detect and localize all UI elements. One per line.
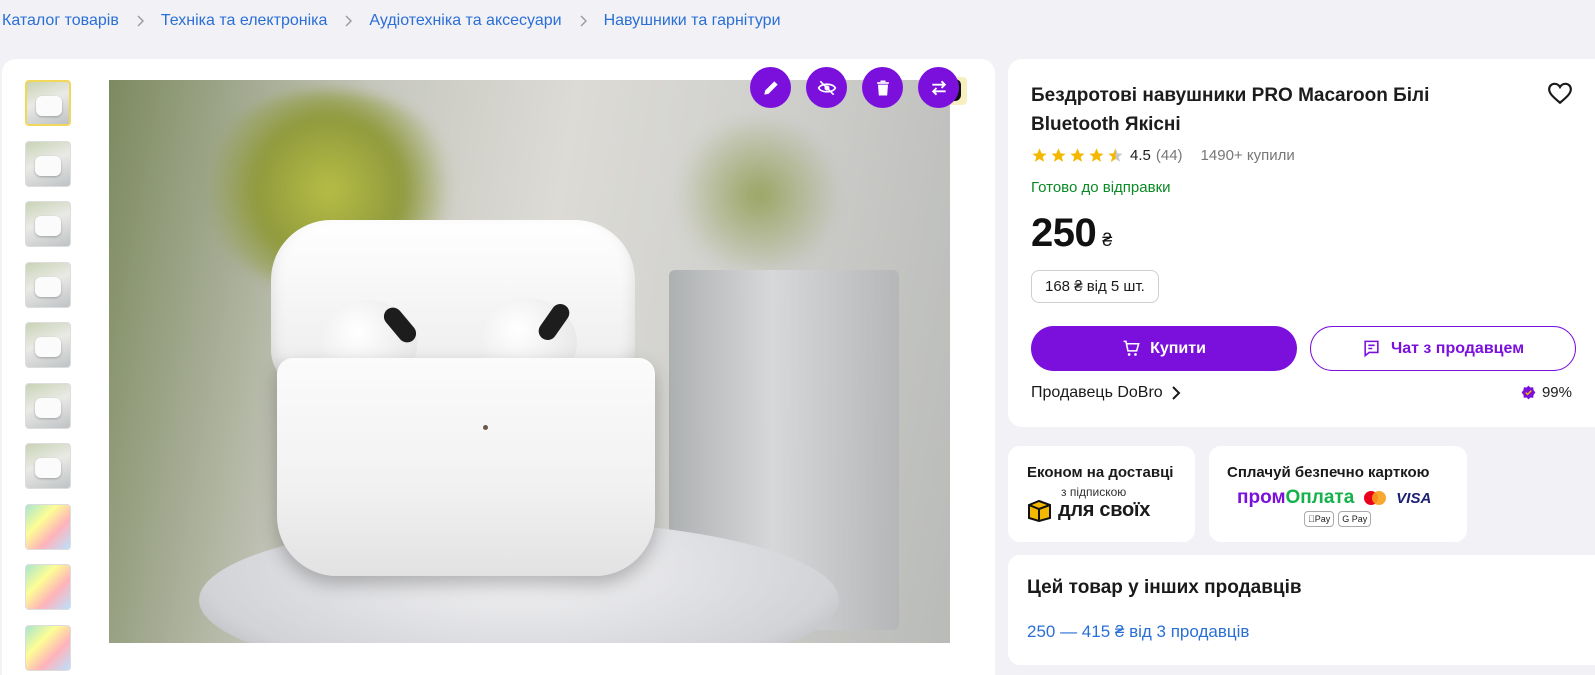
badge-icon — [1521, 385, 1536, 400]
visa-logo: VISA — [1396, 489, 1432, 507]
price: 250 ₴ — [1031, 211, 1112, 256]
chat-with-seller-button[interactable]: Чат з продавцем — [1310, 326, 1576, 371]
promo-delivery-title: Економ на доставці — [1027, 464, 1174, 481]
buy-button-label: Купити — [1150, 339, 1206, 357]
thumbnail[interactable] — [25, 201, 71, 247]
favorite-button[interactable] — [1547, 80, 1573, 106]
star-icon — [1089, 148, 1104, 162]
breadcrumb-electronics[interactable]: Техніка та електроніка — [161, 12, 328, 30]
thumbnail[interactable] — [25, 503, 71, 550]
box-icon — [1028, 499, 1051, 522]
thumbnail[interactable] — [25, 80, 71, 126]
promo-delivery-subtitle: з підпискою — [1061, 485, 1127, 499]
seller-name: Продавець DoBro — [1031, 384, 1163, 401]
other-sellers-title: Цей товар у інших продавців — [1027, 577, 1302, 598]
other-sellers-card: Цей товар у інших продавців 250 — 415 ₴ … — [1008, 555, 1595, 665]
chevron-right-icon — [1171, 386, 1181, 400]
dlya-svoih-logo: для своїх — [1027, 499, 1150, 522]
payment-logos: промОплата VISA — [1237, 487, 1431, 509]
breadcrumb-catalog[interactable]: Каталог товарів — [2, 12, 119, 30]
promo-payment-title: Сплачуй безпечно карткою — [1227, 464, 1430, 481]
wholesale-price-chip[interactable]: 168 ₴ від 5 шт. — [1031, 270, 1159, 303]
product-gallery — [2, 59, 995, 675]
mastercard-icon — [1364, 491, 1387, 505]
rating-stars — [1031, 147, 1124, 164]
thumbnail[interactable] — [25, 261, 71, 308]
promo-delivery-brand: для своїх — [1058, 499, 1151, 521]
seller-link[interactable]: Продавець DoBro — [1031, 384, 1181, 402]
eye-off-icon — [817, 80, 836, 95]
product-title: Бездротові навушники PRO Macaroon Білі B… — [1031, 85, 1430, 135]
chevron-right-icon — [119, 15, 161, 27]
chat-button-label: Чат з продавцем — [1390, 339, 1525, 357]
thumbnail[interactable] — [25, 140, 71, 187]
edit-button[interactable] — [750, 67, 791, 108]
star-icon — [1032, 148, 1047, 162]
swap-button[interactable] — [918, 67, 959, 108]
product-info-card: Бездротові навушники PRO Macaroon Білі B… — [1008, 59, 1595, 427]
breadcrumb-audio[interactable]: Аудіотехніка та аксесуари — [369, 12, 561, 30]
image-toolbar — [750, 67, 959, 108]
breadcrumb: Каталог товарів Техніка та електроніка А… — [2, 10, 781, 32]
main-product-image[interactable] — [109, 80, 950, 643]
reviews-count[interactable]: (44) — [1156, 147, 1183, 164]
seller-rating: 99% — [1521, 384, 1572, 401]
swap-arrows-icon — [931, 80, 946, 95]
bought-count: 1490+ купили — [1200, 147, 1295, 164]
rating-row: 4.5 (44) 1490+ купили — [1031, 147, 1295, 164]
pencil-icon — [763, 80, 778, 95]
thumbnail[interactable] — [25, 322, 71, 368]
promo-delivery-card[interactable]: Економ на доставці з підпискою для своїх — [1008, 446, 1195, 542]
price-value: 250 — [1031, 211, 1097, 255]
cart-icon — [1123, 340, 1140, 356]
star-icon — [1070, 148, 1085, 162]
breadcrumb-headphones[interactable]: Навушники та гарнітури — [604, 12, 781, 30]
chat-icon — [1364, 340, 1379, 358]
star-icon — [1051, 148, 1066, 162]
trash-icon — [876, 80, 889, 95]
delete-button[interactable] — [862, 67, 903, 108]
earbuds-case — [277, 358, 655, 576]
thumbnail[interactable] — [25, 443, 71, 489]
seller-rating-value: 99% — [1541, 384, 1572, 401]
price-currency: ₴ — [1102, 230, 1113, 250]
thumbnail[interactable] — [25, 624, 71, 671]
other-sellers-link[interactable]: 250 — 415 ₴ від 3 продавців — [1027, 622, 1249, 642]
availability-status: Готово до відправки — [1031, 179, 1171, 196]
thumbnail[interactable] — [25, 564, 71, 610]
promo-payment-card[interactable]: Сплачуй безпечно карткою промОплата VISA… — [1209, 446, 1467, 542]
chevron-right-icon — [562, 15, 604, 27]
hide-button[interactable] — [806, 67, 847, 108]
thumbnail[interactable] — [25, 382, 71, 429]
rating-value: 4.5 — [1130, 147, 1151, 164]
chevron-right-icon — [327, 15, 369, 27]
thumbnail-list — [25, 80, 73, 675]
prom-oplata-logo: промОплата — [1237, 487, 1355, 508]
heart-icon — [1548, 82, 1572, 105]
star-half-icon — [1108, 148, 1123, 162]
buy-button[interactable]: Купити — [1031, 326, 1297, 371]
google-pay-badge: G Pay — [1338, 511, 1372, 527]
apple-pay-badge: Pay — [1304, 511, 1335, 527]
